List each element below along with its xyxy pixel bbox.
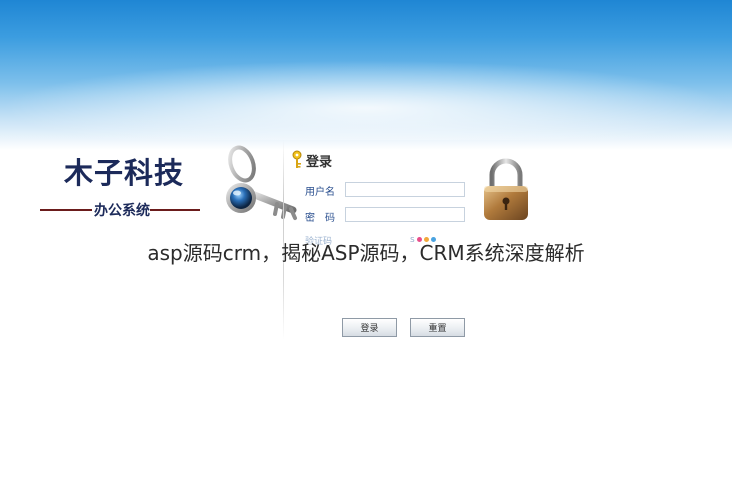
key-icon [292,150,302,168]
login-heading: 登录 [290,150,332,170]
article-caption: asp源码crm，揭秘ASP源码，CRM系统深度解析 [147,241,585,265]
login-page: 木子科技 办公系统 登录 用户名 密 码 验证码 s asp源码crm，揭秘AS… [0,0,732,490]
password-input[interactable] [345,207,465,222]
sky-glow [0,60,732,140]
username-input[interactable] [345,182,465,197]
login-heading-label: 登录 [306,154,333,170]
username-label: 用户名 [305,187,335,198]
logo-title: 木子科技 [64,156,185,190]
password-label: 密 码 [305,213,335,224]
logo-divider-left [40,209,92,211]
logo-divider-right [150,209,200,211]
logo-subtitle: 办公系统 [94,203,150,219]
login-button[interactable]: 登录 [342,318,397,337]
padlock-icon [484,158,528,220]
reset-button[interactable]: 重置 [410,318,465,337]
